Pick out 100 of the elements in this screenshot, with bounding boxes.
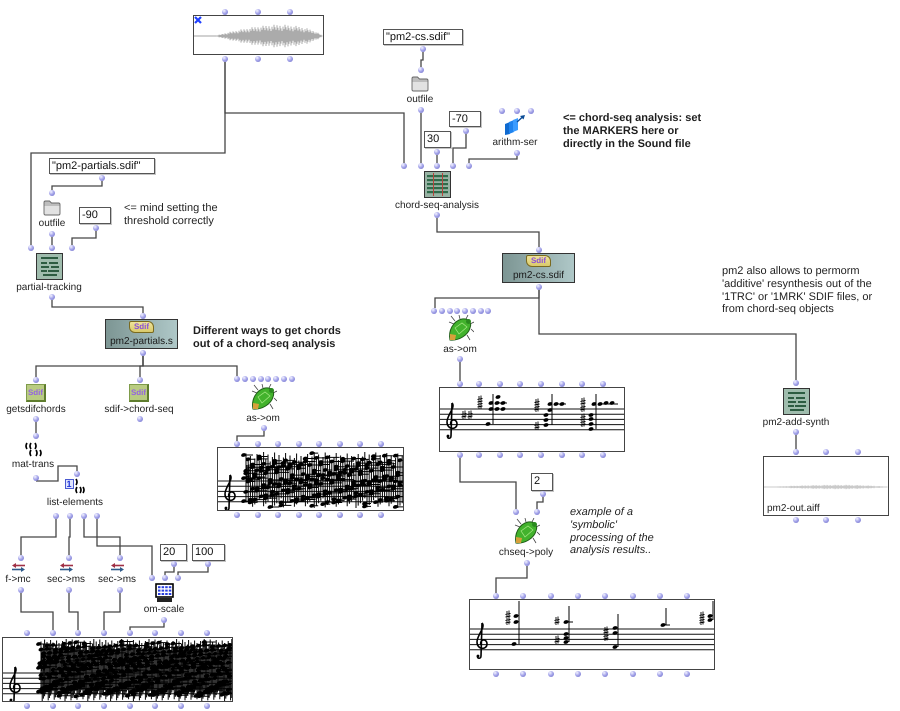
outlet-icon[interactable] bbox=[33, 416, 39, 422]
inlet-icon[interactable] bbox=[793, 380, 799, 386]
outlet-icon[interactable] bbox=[684, 671, 690, 677]
outlet-icon[interactable] bbox=[855, 517, 861, 523]
beetle-icon[interactable] bbox=[250, 384, 276, 411]
inlet-icon[interactable] bbox=[793, 449, 799, 455]
outlet-icon[interactable] bbox=[24, 703, 30, 709]
outlet-icon[interactable] bbox=[476, 452, 482, 458]
inlet-icon[interactable] bbox=[520, 593, 526, 599]
brackets-icon[interactable] bbox=[24, 442, 42, 457]
outlet-icon[interactable] bbox=[457, 452, 463, 458]
outlet-icon[interactable] bbox=[178, 703, 184, 709]
inlet-icon[interactable] bbox=[579, 381, 585, 387]
inlet-icon[interactable] bbox=[513, 509, 519, 515]
inlet-icon[interactable] bbox=[117, 555, 123, 561]
outlet-icon[interactable] bbox=[497, 452, 503, 458]
index-number[interactable]: 1 bbox=[64, 479, 74, 489]
inlet-icon[interactable] bbox=[476, 381, 482, 387]
outlet-icon[interactable] bbox=[53, 513, 59, 519]
outlet-icon[interactable] bbox=[127, 703, 133, 709]
outlet-icon[interactable] bbox=[536, 284, 542, 290]
outlet-icon[interactable] bbox=[204, 703, 210, 709]
inlet-icon[interactable] bbox=[234, 441, 240, 447]
inlet-icon[interactable] bbox=[18, 555, 24, 561]
number-field[interactable]: -70 bbox=[449, 111, 481, 127]
inlet-icon[interactable] bbox=[657, 593, 663, 599]
outlet-icon[interactable] bbox=[357, 512, 363, 518]
outlet-icon[interactable] bbox=[524, 560, 530, 566]
outlet-icon[interactable] bbox=[140, 350, 146, 356]
outlet-icon[interactable] bbox=[275, 512, 281, 518]
inlet-icon[interactable] bbox=[33, 433, 39, 439]
outlet-icon[interactable] bbox=[602, 671, 608, 677]
inlet-icon[interactable] bbox=[418, 163, 424, 169]
outlet-icon[interactable] bbox=[420, 46, 426, 52]
inlet-icon[interactable] bbox=[152, 630, 158, 636]
sound-panel[interactable] bbox=[193, 15, 324, 55]
outlet-icon[interactable] bbox=[296, 512, 302, 518]
outlet-icon[interactable] bbox=[137, 416, 143, 422]
outlet-icon[interactable] bbox=[75, 703, 81, 709]
inlet-icon[interactable] bbox=[466, 163, 472, 169]
inlet-icon[interactable] bbox=[49, 245, 55, 251]
outlet-icon[interactable] bbox=[538, 452, 544, 458]
filename-field[interactable]: "pm2-cs.sdif" bbox=[383, 29, 463, 45]
inlet-icon[interactable] bbox=[600, 381, 606, 387]
inlet-icon[interactable] bbox=[296, 441, 302, 447]
inlet-icon[interactable] bbox=[275, 441, 281, 447]
outlet-icon[interactable] bbox=[316, 512, 322, 518]
inlet-icon[interactable] bbox=[538, 381, 544, 387]
inlet-icon[interactable] bbox=[149, 575, 155, 581]
outlet-icon[interactable] bbox=[94, 513, 100, 519]
inlet-icon[interactable] bbox=[127, 630, 133, 636]
inlet-icon[interactable] bbox=[823, 449, 829, 455]
beetle-icon[interactable] bbox=[512, 518, 540, 545]
inlet-icon[interactable] bbox=[630, 593, 636, 599]
grid-icon[interactable] bbox=[424, 171, 450, 198]
inlet-icon[interactable] bbox=[684, 593, 690, 599]
inlet-icon[interactable] bbox=[855, 449, 861, 455]
outlet-icon[interactable] bbox=[793, 517, 799, 523]
outlet-icon[interactable] bbox=[255, 56, 261, 62]
brackets-icon[interactable] bbox=[74, 478, 86, 494]
inlet-icon[interactable] bbox=[101, 630, 107, 636]
outlet-icon[interactable] bbox=[261, 425, 267, 431]
outlet-icon[interactable] bbox=[559, 452, 565, 458]
conversion-arrows-icon[interactable] bbox=[110, 563, 124, 572]
inlet-icon[interactable] bbox=[69, 245, 75, 251]
inlet-icon[interactable] bbox=[28, 245, 34, 251]
inlet-icon[interactable] bbox=[357, 441, 363, 447]
outlet-icon[interactable] bbox=[575, 671, 581, 677]
outlet-icon[interactable] bbox=[514, 150, 520, 156]
outlet-icon[interactable] bbox=[493, 671, 499, 677]
inlet-icon[interactable] bbox=[49, 190, 55, 196]
inlet-icon[interactable] bbox=[222, 9, 228, 15]
outlet-icon[interactable] bbox=[49, 294, 55, 300]
number-field[interactable]: 20 bbox=[160, 544, 187, 561]
inlet-icon[interactable] bbox=[534, 509, 540, 515]
outlet-icon[interactable] bbox=[93, 225, 99, 231]
outlet-icon[interactable] bbox=[33, 475, 39, 481]
inlet-icon[interactable] bbox=[75, 630, 81, 636]
inlet-icon[interactable] bbox=[528, 108, 534, 114]
inlet-icon[interactable] bbox=[450, 163, 456, 169]
inlet-icon[interactable] bbox=[499, 108, 505, 114]
number-field[interactable]: 30 bbox=[424, 131, 451, 148]
outlet-icon[interactable] bbox=[205, 561, 211, 567]
folder-icon[interactable] bbox=[43, 199, 61, 216]
beetle-icon[interactable] bbox=[446, 315, 474, 342]
inlet-icon[interactable] bbox=[378, 441, 384, 447]
outlet-icon[interactable] bbox=[287, 56, 293, 62]
score-panel[interactable] bbox=[469, 599, 715, 670]
inlet-icon[interactable] bbox=[517, 381, 523, 387]
filename-field[interactable]: "pm2-partials.sdif" bbox=[49, 158, 155, 174]
outlet-icon[interactable] bbox=[434, 149, 440, 155]
outlet-icon[interactable] bbox=[600, 452, 606, 458]
inlet-icon[interactable] bbox=[514, 108, 520, 114]
conversion-arrows-icon[interactable] bbox=[12, 563, 24, 572]
outlet-icon[interactable] bbox=[81, 513, 87, 519]
inlet-icon[interactable] bbox=[316, 441, 322, 447]
outlet-icon[interactable] bbox=[457, 356, 463, 362]
outlet-icon[interactable] bbox=[548, 671, 554, 677]
inlet-icon[interactable] bbox=[74, 471, 80, 477]
outlet-icon[interactable] bbox=[222, 56, 228, 62]
